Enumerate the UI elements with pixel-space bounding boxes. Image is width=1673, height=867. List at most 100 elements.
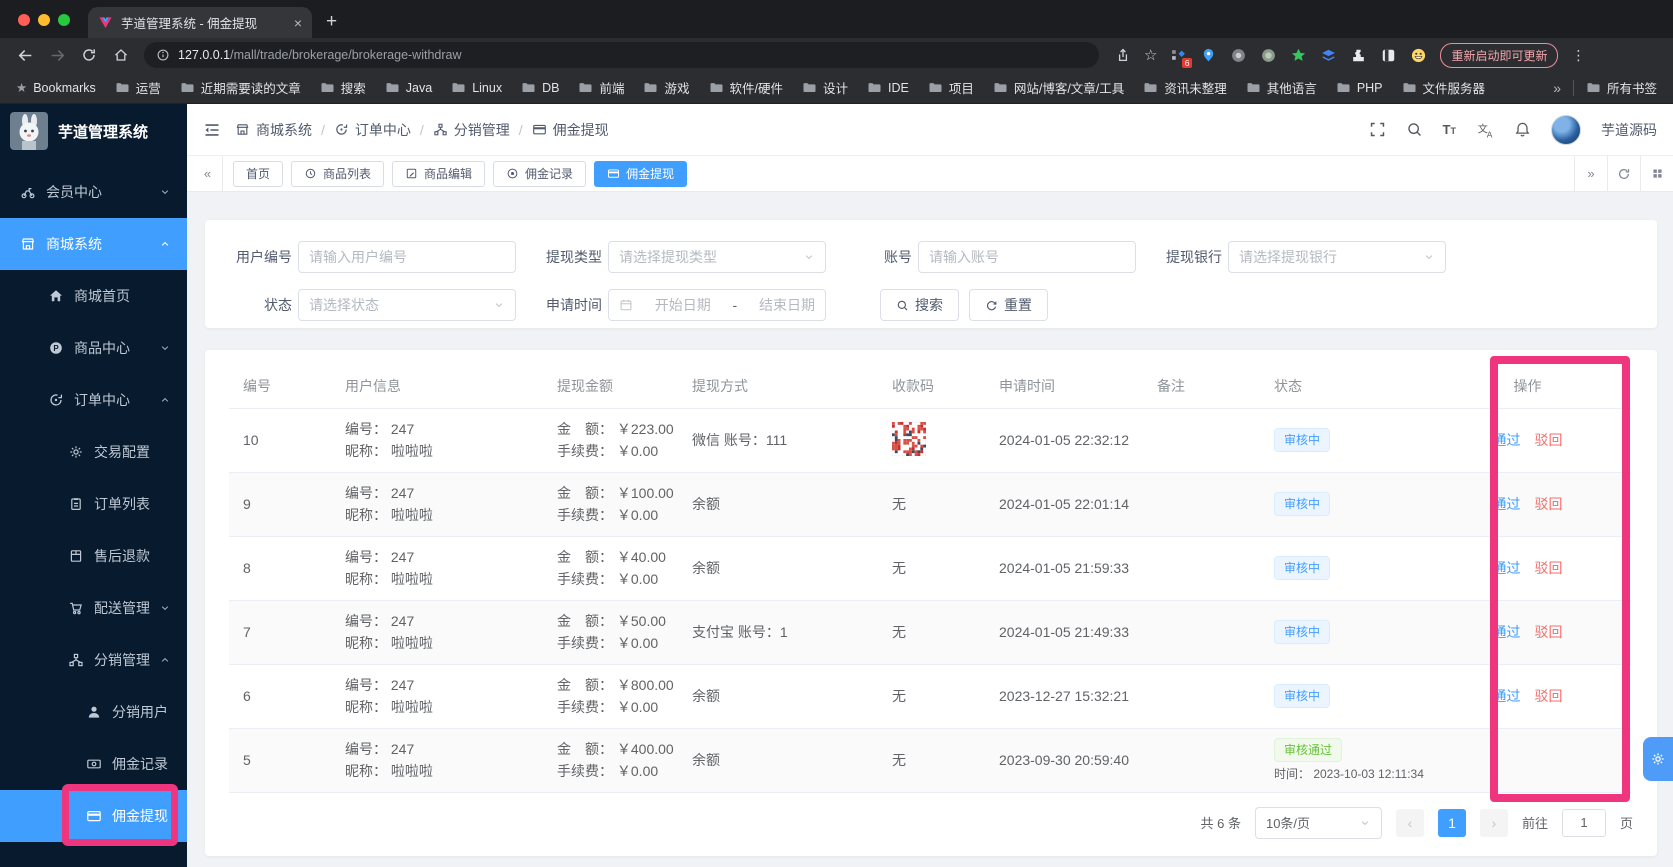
bookmark-folder[interactable]: 近期需要读的文章: [180, 78, 301, 97]
extension-star-green-icon[interactable]: [1290, 47, 1307, 64]
bookmark-folder[interactable]: 搜索: [320, 78, 366, 97]
back-button[interactable]: [12, 42, 38, 68]
bookmark-folder[interactable]: 前端: [578, 78, 624, 97]
user-avatar[interactable]: [1551, 114, 1581, 145]
bookmark-folder[interactable]: Java: [385, 80, 432, 95]
search-button[interactable]: 搜索: [880, 289, 959, 321]
account-input[interactable]: [918, 241, 1136, 273]
reject-link[interactable]: 驳回: [1535, 432, 1563, 448]
bookmark-folder[interactable]: DB: [521, 80, 559, 95]
breadcrumb-item[interactable]: 分销管理: [433, 120, 510, 140]
bookmark-folder[interactable]: PHP: [1336, 80, 1383, 95]
reject-link[interactable]: 驳回: [1535, 560, 1563, 576]
window-controls[interactable]: [18, 14, 70, 26]
bookmark-folder[interactable]: 网站/博客/文章/工具: [993, 78, 1124, 97]
all-bookmarks-button[interactable]: 所有书签: [1586, 78, 1657, 97]
bookmark-folder[interactable]: 项目: [928, 78, 974, 97]
browser-menu-icon[interactable]: ⋮: [1571, 47, 1585, 64]
language-icon[interactable]: 文A: [1476, 121, 1494, 139]
app-logo[interactable]: 芋道管理系统: [0, 104, 187, 158]
forward-button[interactable]: [44, 42, 70, 68]
sidebar-item-会员中心[interactable]: 会员中心: [0, 166, 187, 218]
bookmarks-root[interactable]: ★ Bookmarks: [16, 80, 96, 96]
extension-circle-gray-icon[interactable]: [1230, 47, 1247, 64]
close-window-button[interactable]: [18, 14, 30, 26]
breadcrumb-item[interactable]: 商城系统: [235, 120, 312, 140]
sidebar-item-佣金提现[interactable]: 佣金提现: [0, 790, 187, 842]
bookmark-folder[interactable]: 资讯未整理: [1143, 78, 1227, 97]
extension-circle-sage-icon[interactable]: [1260, 47, 1277, 64]
reject-link[interactable]: 驳回: [1535, 688, 1563, 704]
approve-link[interactable]: 通过: [1493, 560, 1521, 576]
page-1-button[interactable]: 1: [1437, 808, 1466, 837]
bookmark-folder[interactable]: IDE: [867, 80, 909, 95]
extension-grid-diamond-icon[interactable]: 6: [1170, 47, 1193, 68]
bookmark-star-icon[interactable]: ☆: [1144, 46, 1157, 64]
sidebar-item-佣金记录[interactable]: 佣金记录: [0, 738, 187, 790]
extension-emoji-icon[interactable]: [1410, 47, 1427, 64]
payment-qr-code[interactable]: [892, 421, 926, 456]
page-tab-商品列表[interactable]: 商品列表: [291, 160, 385, 187]
sidebar-item-交易配置[interactable]: 交易配置: [0, 426, 187, 478]
sidebar-item-售后退款[interactable]: 售后退款: [0, 530, 187, 582]
bookmark-folder[interactable]: 其他语言: [1246, 78, 1317, 97]
font-size-icon[interactable]: TT: [1443, 122, 1456, 137]
bookmark-folder[interactable]: Linux: [451, 80, 502, 95]
minimize-window-button[interactable]: [38, 14, 50, 26]
reject-link[interactable]: 驳回: [1535, 496, 1563, 512]
user-name[interactable]: 芋道源码: [1601, 120, 1657, 140]
approve-link[interactable]: 通过: [1493, 624, 1521, 640]
apply-time-range-picker[interactable]: 开始日期 - 结束日期: [608, 289, 826, 321]
fullscreen-icon[interactable]: [1369, 121, 1386, 138]
page-tab-佣金记录[interactable]: 佣金记录: [493, 160, 587, 187]
page-size-select[interactable]: 10条/页: [1254, 806, 1382, 839]
sidebar-item-订单列表[interactable]: 订单列表: [0, 478, 187, 530]
withdraw-type-select[interactable]: 请选择提现类型: [608, 241, 826, 273]
page-tab-首页[interactable]: 首页: [233, 160, 284, 187]
bookmark-folder[interactable]: 运营: [115, 78, 161, 97]
reset-button[interactable]: 重置: [969, 289, 1048, 321]
maximize-window-button[interactable]: [58, 14, 70, 26]
home-button[interactable]: [108, 42, 134, 68]
next-page-button[interactable]: ›: [1479, 808, 1508, 837]
sidebar-item-配送管理[interactable]: 配送管理: [0, 582, 187, 634]
bookmark-folder[interactable]: 设计: [802, 78, 848, 97]
sidebar-fold-icon[interactable]: [203, 121, 221, 139]
theme-settings-button[interactable]: [1643, 737, 1673, 781]
approve-link[interactable]: 通过: [1493, 432, 1521, 448]
status-select[interactable]: 请选择状态: [298, 289, 516, 321]
bookmark-folder[interactable]: 游戏: [643, 78, 690, 97]
approve-link[interactable]: 通过: [1493, 496, 1521, 512]
prev-page-button[interactable]: ‹: [1395, 808, 1424, 837]
sidebar-item-商品中心[interactable]: P 商品中心: [0, 322, 187, 374]
breadcrumb-item[interactable]: 订单中心: [334, 120, 411, 140]
breadcrumb-item[interactable]: 佣金提现: [532, 120, 609, 140]
reload-button[interactable]: [76, 42, 102, 68]
address-bar[interactable]: 127.0.0.1/mall/trade/brokerage/brokerage…: [144, 42, 1099, 68]
extension-puzzle-icon[interactable]: [1350, 47, 1367, 64]
bank-select[interactable]: 请选择提现银行: [1228, 241, 1446, 273]
sidebar-item-订单中心[interactable]: 订单中心: [0, 374, 187, 426]
bookmark-folder[interactable]: 文件服务器: [1402, 78, 1485, 97]
bookmarks-overflow-button[interactable]: »: [1553, 80, 1561, 96]
search-icon[interactable]: [1406, 121, 1423, 138]
page-tab-佣金提现[interactable]: 佣金提现: [594, 160, 688, 187]
sidebar-item-分销用户[interactable]: 分销用户: [0, 686, 187, 738]
reject-link[interactable]: 驳回: [1535, 624, 1563, 640]
tabs-options-icon[interactable]: [1640, 156, 1673, 191]
extension-layers-blue-icon[interactable]: [1320, 47, 1337, 64]
sidebar-item-商城系统[interactable]: 商城系统: [0, 218, 187, 270]
bookmark-folder[interactable]: 软件/硬件: [709, 78, 783, 97]
tabs-scroll-left-button[interactable]: «: [193, 156, 223, 191]
site-info-icon[interactable]: [156, 48, 170, 62]
approve-link[interactable]: 通过: [1493, 688, 1521, 704]
tabs-refresh-button[interactable]: [1607, 156, 1640, 191]
extension-pin-blue-icon[interactable]: [1200, 47, 1217, 64]
user-no-input[interactable]: [298, 241, 516, 273]
share-icon[interactable]: [1115, 47, 1131, 63]
new-tab-button[interactable]: +: [326, 11, 337, 33]
browser-tab[interactable]: 芋道管理系统 - 佣金提现 ×: [88, 7, 312, 38]
goto-page-input[interactable]: [1561, 808, 1606, 837]
sidebar-item-商城首页[interactable]: 商城首页: [0, 270, 187, 322]
page-tab-商品编辑[interactable]: 商品编辑: [392, 160, 486, 187]
